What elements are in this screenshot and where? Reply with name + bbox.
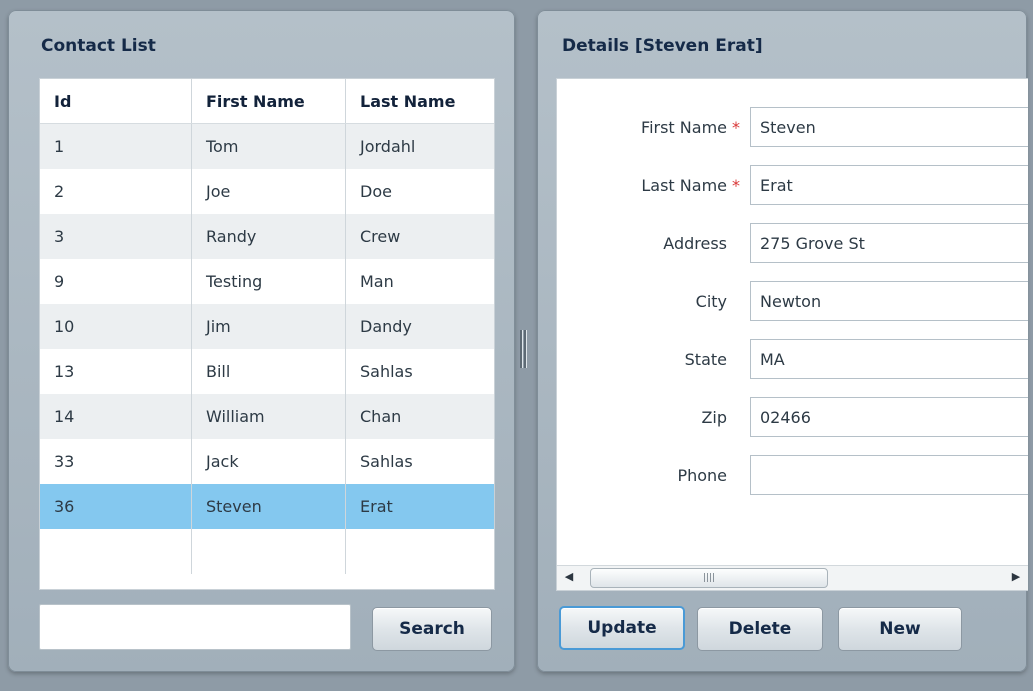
field-label: Last Name xyxy=(641,176,727,195)
field-label: Zip xyxy=(701,408,727,427)
splitter-grip-icon[interactable] xyxy=(520,330,528,370)
column-header-first-name[interactable]: First Name xyxy=(191,79,346,124)
cell-first-name: Tom xyxy=(191,123,346,169)
cell-id: 3 xyxy=(40,214,192,259)
details-panel: Details [Steven Erat] First Name * Steven L… xyxy=(537,10,1028,672)
form-field-row: State MA xyxy=(557,339,1028,381)
cell-last-name: Jordahl xyxy=(345,123,494,169)
cell-last-name: Doe xyxy=(345,169,494,214)
table-row[interactable]: 36 Steven Erat xyxy=(40,484,494,529)
cell-last-name: Chan xyxy=(345,394,494,439)
table-row[interactable]: 14 William Chan xyxy=(40,394,494,439)
new-button[interactable]: New xyxy=(838,607,962,651)
phone-field[interactable] xyxy=(750,455,1028,495)
table-row[interactable]: 10 Jim Dandy xyxy=(40,304,494,349)
grip-icon: |||| xyxy=(702,573,716,583)
cell-id: 9 xyxy=(40,259,192,304)
required-marker: * xyxy=(732,118,740,137)
form-field-row: City Newton xyxy=(557,281,1028,323)
cell-first-name: Testing xyxy=(191,259,346,304)
cell-first-name: Steven xyxy=(191,484,346,529)
grid-header-row: Id First Name Last Name xyxy=(40,79,494,124)
table-row[interactable]: 1 Tom Jordahl xyxy=(40,123,494,169)
cell-last-name: Sahlas xyxy=(345,349,494,394)
column-header-last-name[interactable]: Last Name xyxy=(345,79,494,124)
first-name-field[interactable]: Steven xyxy=(750,107,1028,147)
field-label: City xyxy=(695,292,727,311)
cell-first-name: Jim xyxy=(191,304,346,349)
arrow-right-icon[interactable]: ▶ xyxy=(1008,569,1024,585)
required-marker: * xyxy=(732,176,740,195)
cell-last-name: Dandy xyxy=(345,304,494,349)
search-input[interactable] xyxy=(39,604,351,650)
table-row[interactable]: 2 Joe Doe xyxy=(40,169,494,214)
update-button[interactable]: Update xyxy=(559,606,685,650)
city-field[interactable]: Newton xyxy=(750,281,1028,321)
form-field-row: First Name * Steven xyxy=(557,107,1028,149)
cell-id: 1 xyxy=(40,123,192,169)
field-label: Address xyxy=(663,234,727,253)
delete-button[interactable]: Delete xyxy=(697,607,823,651)
table-row[interactable]: 9 Testing Man xyxy=(40,259,494,304)
cell-first-name: Randy xyxy=(191,214,346,259)
cell-id: 14 xyxy=(40,394,192,439)
cell-last-name: Sahlas xyxy=(345,439,494,484)
table-row[interactable]: 3 Randy Crew xyxy=(40,214,494,259)
field-label: First Name xyxy=(641,118,727,137)
horizontal-scrollbar[interactable]: ◀ |||| ▶ xyxy=(557,565,1028,590)
form-field-row: Address 275 Grove St xyxy=(557,223,1028,265)
cell-last-name: Erat xyxy=(345,484,494,529)
cell-first-name: Jack xyxy=(191,439,346,484)
cell-id: 2 xyxy=(40,169,192,214)
column-header-id[interactable]: Id xyxy=(40,79,192,124)
details-title: Details [Steven Erat] xyxy=(562,36,763,56)
cell-id: 36 xyxy=(40,484,192,529)
details-form: First Name * Steven Last Name * Erat Address 27… xyxy=(556,78,1028,591)
cell-id: 33 xyxy=(40,439,192,484)
zip-field[interactable]: 02466 xyxy=(750,397,1028,437)
cell-id: 10 xyxy=(40,304,192,349)
arrow-left-icon[interactable]: ◀ xyxy=(561,569,577,585)
table-row[interactable]: 33 Jack Sahlas xyxy=(40,439,494,484)
search-button[interactable]: Search xyxy=(372,607,492,651)
cell-first-name: Joe xyxy=(191,169,346,214)
form-field-row: Phone xyxy=(557,455,1028,497)
cell-last-name: Crew xyxy=(345,214,494,259)
form-field-row: Last Name * Erat xyxy=(557,165,1028,207)
contact-list-title: Contact List xyxy=(41,36,156,56)
state-field[interactable]: MA xyxy=(750,339,1028,379)
cell-id: 13 xyxy=(40,349,192,394)
field-label: State xyxy=(684,350,727,369)
scroll-thumb[interactable]: |||| xyxy=(590,568,828,588)
cell-last-name: Man xyxy=(345,259,494,304)
cell-first-name: Bill xyxy=(191,349,346,394)
address-field[interactable]: 275 Grove St xyxy=(750,223,1028,263)
form-field-row: Zip 02466 xyxy=(557,397,1028,439)
contact-grid[interactable]: Id First Name Last Name 1 Tom Jordahl 2 Joe D… xyxy=(39,78,495,590)
table-row[interactable]: 13 Bill Sahlas xyxy=(40,349,494,394)
empty-row xyxy=(40,529,494,574)
contact-list-panel: Contact List Id First Name Last Name 1 To… xyxy=(8,10,515,672)
last-name-field[interactable]: Erat xyxy=(750,165,1028,205)
cell-first-name: William xyxy=(191,394,346,439)
field-label: Phone xyxy=(677,466,727,485)
